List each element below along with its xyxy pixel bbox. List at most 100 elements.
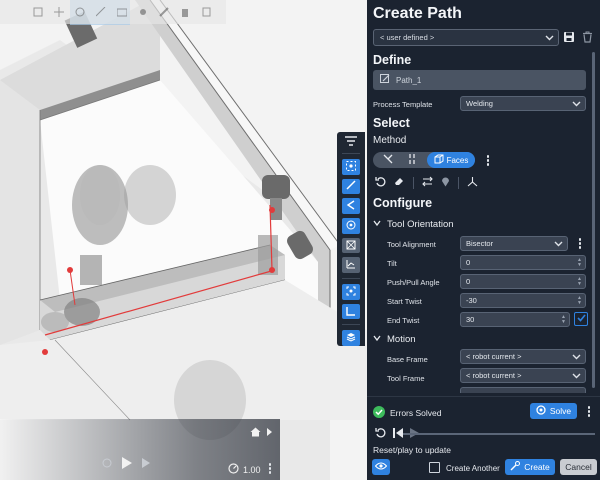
- create-button[interactable]: Create: [505, 459, 555, 475]
- trash-icon[interactable]: [582, 31, 593, 45]
- panel-footer: Errors Solved Solve Reset/play to update…: [367, 396, 600, 480]
- process-template-select[interactable]: Welding: [460, 96, 586, 111]
- select-icon[interactable]: [32, 6, 44, 18]
- spinner-icon[interactable]: ▲ ▼: [577, 277, 582, 287]
- trash-icon[interactable]: [179, 6, 191, 18]
- end-twist-link-checkbox[interactable]: [574, 312, 588, 326]
- tool-alignment-more-button[interactable]: [578, 238, 582, 249]
- method-faces-option[interactable]: Faces: [427, 152, 475, 168]
- save-icon[interactable]: [563, 31, 575, 45]
- undo-icon[interactable]: [375, 176, 386, 189]
- edge-method-icon: [383, 154, 393, 166]
- preview-toggle-button[interactable]: [372, 459, 390, 475]
- play-icon[interactable]: [122, 456, 132, 471]
- next-icon[interactable]: [142, 457, 152, 470]
- next-field-partial: [460, 387, 586, 393]
- base-frame-select[interactable]: < robot current >: [460, 349, 586, 364]
- eraser-icon[interactable]: [394, 176, 405, 189]
- path-playback-track[interactable]: [403, 433, 595, 435]
- start-twist-input[interactable]: -30 ▲ ▼: [460, 293, 586, 308]
- skip-start-icon[interactable]: [393, 427, 403, 440]
- fit-view-button[interactable]: [342, 284, 360, 300]
- spinner-icon[interactable]: ▲ ▼: [577, 258, 582, 268]
- playback-speed[interactable]: 1.00: [228, 463, 261, 476]
- chevron-down-icon: [572, 99, 581, 110]
- solve-more-button[interactable]: [587, 406, 591, 417]
- create-label: Create: [524, 462, 550, 472]
- process-template-label: Process Template: [373, 100, 433, 109]
- copy-icon[interactable]: [200, 6, 212, 18]
- method-label: Method: [373, 135, 407, 146]
- spinner-icon[interactable]: ▲ ▼: [561, 315, 566, 325]
- start-twist-value: -30: [466, 296, 477, 305]
- preset-select[interactable]: < user defined >: [373, 29, 559, 46]
- end-twist-value: 30: [466, 315, 475, 324]
- snapshot-icon[interactable]: [137, 6, 149, 18]
- box-select-button[interactable]: [342, 237, 360, 254]
- speed-gauge-icon: [228, 463, 239, 476]
- pencil-icon[interactable]: [158, 6, 170, 18]
- scene-render[interactable]: [0, 0, 367, 480]
- tilt-input[interactable]: 0 ▲ ▼: [460, 255, 586, 270]
- move-icon[interactable]: [53, 6, 65, 18]
- path-name-field[interactable]: Path_1: [373, 70, 586, 90]
- tool-frame-value: < robot current >: [466, 371, 522, 380]
- push-pull-value: 0: [466, 277, 471, 286]
- measure-icon[interactable]: [95, 6, 107, 18]
- create-another-checkbox[interactable]: [429, 462, 440, 473]
- camera-icon[interactable]: [116, 6, 128, 18]
- layers-button[interactable]: [342, 330, 360, 346]
- method-seam-option[interactable]: [401, 152, 423, 168]
- base-frame-label: Base Frame: [387, 355, 428, 364]
- push-pull-input[interactable]: 0 ▲ ▼: [460, 274, 586, 289]
- path-name-value: Path_1: [396, 75, 422, 85]
- tool-frame-select[interactable]: < robot current >: [460, 368, 586, 383]
- push-pull-label: Push/Pull Angle: [387, 278, 440, 287]
- tool-frame-label: Tool Frame: [387, 374, 425, 383]
- solve-icon: [536, 405, 546, 417]
- playback-more-button[interactable]: [268, 463, 272, 474]
- 3d-viewport[interactable]: 1.00: [0, 0, 367, 480]
- vertex-select-button[interactable]: [342, 198, 360, 214]
- tool-alignment-select[interactable]: Bisector: [460, 236, 568, 251]
- swap-icon[interactable]: [422, 176, 433, 189]
- create-another-label: Create Another: [446, 464, 500, 473]
- point-icon: [346, 160, 356, 173]
- end-twist-input[interactable]: 30 ▲ ▼: [460, 312, 570, 327]
- motion-section[interactable]: Motion: [373, 334, 416, 345]
- preset-select-value: < user defined >: [380, 33, 435, 42]
- rewind-icon[interactable]: [102, 458, 112, 470]
- check-circle-icon: [373, 406, 385, 420]
- divider: [342, 324, 360, 326]
- speed-value: 1.00: [243, 464, 261, 475]
- divider: [413, 176, 414, 189]
- frame-view-button[interactable]: [342, 303, 360, 320]
- axes-icon[interactable]: [467, 176, 478, 189]
- filter-icon[interactable]: [345, 136, 357, 148]
- solve-button[interactable]: Solve: [530, 403, 577, 419]
- tool-orientation-section[interactable]: Tool Orientation: [373, 219, 454, 230]
- playback-bar: 1.00: [0, 419, 280, 480]
- panel-scrollbar[interactable]: [592, 52, 596, 392]
- surface-icon: [346, 259, 356, 271]
- home-icon[interactable]: [250, 427, 261, 439]
- divider: [342, 153, 360, 154]
- pin-icon[interactable]: [441, 176, 450, 189]
- layers-icon: [346, 332, 356, 344]
- surface-select-button[interactable]: [342, 257, 360, 274]
- edge-select-button[interactable]: [342, 178, 360, 195]
- point-select-button[interactable]: [342, 158, 360, 175]
- chevron-down-icon: [545, 33, 554, 44]
- status-text: Errors Solved: [390, 408, 442, 418]
- seam-method-icon: [407, 154, 417, 166]
- eye-icon: [374, 462, 388, 472]
- panel-scrollbar-thumb[interactable]: [592, 52, 595, 388]
- reset-icon[interactable]: [375, 427, 386, 440]
- target-select-button[interactable]: [342, 218, 360, 234]
- chevron-right-icon[interactable]: [267, 428, 272, 438]
- spinner-icon[interactable]: ▲ ▼: [577, 296, 582, 306]
- rotate-icon[interactable]: [74, 6, 86, 18]
- method-more-button[interactable]: [486, 155, 490, 166]
- cancel-button[interactable]: Cancel: [560, 459, 597, 475]
- method-edge-option[interactable]: [377, 152, 399, 168]
